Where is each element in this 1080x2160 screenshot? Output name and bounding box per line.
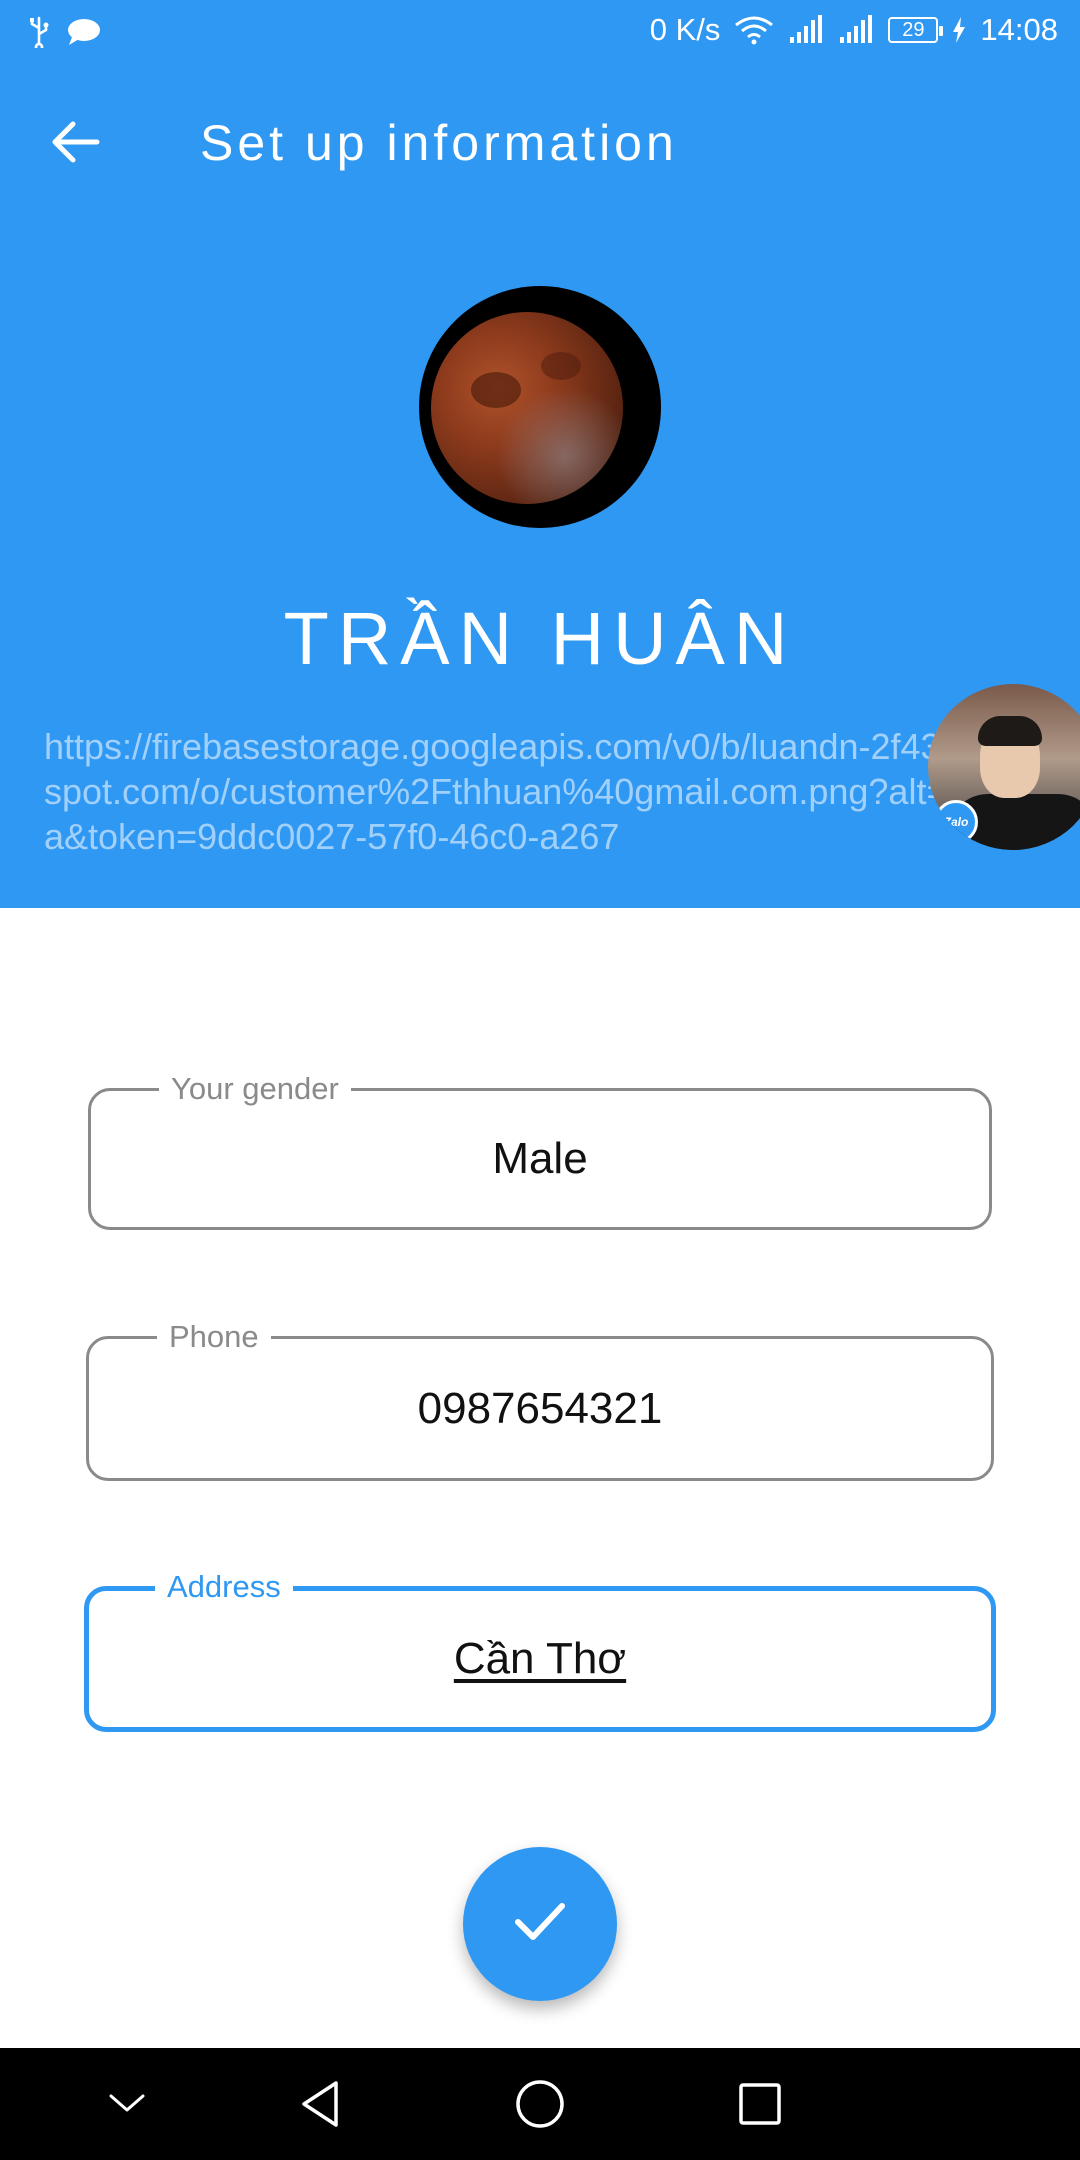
address-field[interactable]: Address Cần Thơ (84, 1567, 996, 1732)
back-triangle-icon (298, 2079, 342, 2134)
phone-value[interactable]: 0987654321 (89, 1382, 991, 1436)
home-circle-icon (514, 2078, 566, 2135)
confirm-button[interactable] (463, 1847, 617, 2001)
avatar-image (431, 312, 623, 504)
user-name: TRẦN HUÂN (283, 597, 797, 680)
address-value[interactable]: Cần Thơ (89, 1632, 991, 1686)
avatar[interactable] (419, 286, 661, 528)
screen: 0 K/s 29 14:08 Set up information TRẦN H… (0, 0, 1080, 2160)
battery-icon: 29 (888, 17, 944, 43)
gender-field[interactable]: Your gender Male (88, 1069, 992, 1230)
nav-recents-button[interactable] (730, 2076, 790, 2136)
status-right: 0 K/s 29 14:08 (650, 12, 1058, 48)
address-label: Address (155, 1567, 293, 1607)
zalo-chat-head[interactable]: Zalo (928, 684, 1080, 850)
signal-icon (788, 15, 824, 45)
check-icon (512, 1900, 568, 1949)
navigation-bar (0, 2048, 1080, 2160)
network-speed: 0 K/s (649, 12, 721, 47)
status-bar: 0 K/s 29 14:08 (0, 0, 1080, 68)
nav-hide-button[interactable] (97, 2076, 157, 2136)
back-button[interactable] (44, 112, 108, 176)
status-left (28, 16, 102, 48)
chat-head-hair (978, 716, 1042, 746)
app-bar: Set up information (0, 68, 1080, 218)
zalo-badge-icon: Zalo (934, 800, 978, 844)
clock: 14:08 (980, 12, 1058, 47)
recents-square-icon (737, 2081, 783, 2132)
avatar-url: https://firebasestorage.googleapis.com/v… (44, 726, 1031, 857)
phone-field[interactable]: Phone 0987654321 (86, 1317, 994, 1481)
nav-back-button[interactable] (290, 2076, 350, 2136)
page-title: Set up information (200, 115, 678, 171)
charging-icon (952, 17, 966, 43)
arrow-left-icon (51, 120, 101, 169)
nav-home-button[interactable] (510, 2076, 570, 2136)
chat-icon (66, 17, 102, 47)
gender-label: Your gender (159, 1069, 351, 1109)
gender-value[interactable]: Male (91, 1132, 989, 1186)
phone-label: Phone (157, 1317, 271, 1357)
signal-icon (838, 15, 874, 45)
wifi-icon (734, 15, 774, 45)
usb-icon (28, 16, 50, 48)
chevron-down-icon (107, 2092, 147, 2121)
